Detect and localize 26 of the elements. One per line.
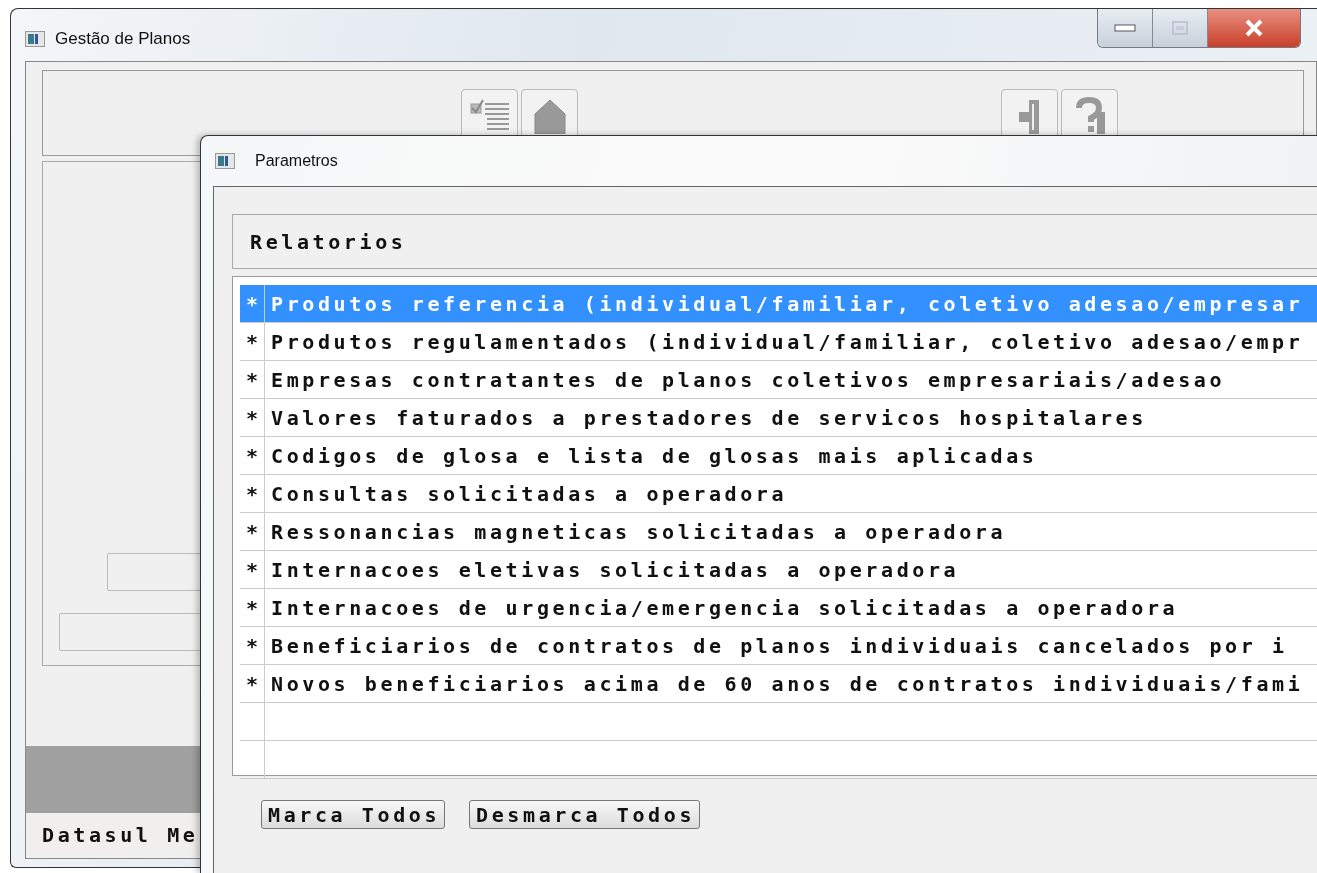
mark-cell: * — [240, 361, 265, 398]
mark-cell: * — [240, 475, 265, 512]
window-title: Gestão de Planos — [55, 29, 191, 49]
report-name: Valores faturados a prestadores de servicos hospitalares — [270, 405, 1147, 430]
report-name: Codigos de glosa e lista de glosas mais aplicadas — [270, 443, 1038, 468]
report-name: Consultas solicitadas a operadora — [270, 481, 788, 506]
report-name: Produtos regulamentados (individual/familiar, coletivo adesao/empr — [270, 329, 1304, 354]
report-name: Beneficiarios de contratos de planos individuais cancelados por i — [270, 633, 1288, 658]
report-name: Novos beneficiarios acima de 60 anos de contratos individuais/fami — [270, 671, 1304, 696]
report-name: Internacoes eletivas solicitadas a operadora — [270, 557, 960, 582]
mark-cell: * — [240, 665, 265, 702]
header-text: Relatorios — [250, 229, 407, 254]
mark-cell: * — [240, 513, 265, 550]
report-name: Empresas contratantes de planos coletivos empresariais/adesao — [270, 367, 1226, 392]
mark-cell: * — [240, 589, 265, 626]
status-text: Datasul Me — [42, 822, 199, 847]
mark-cell: * — [240, 323, 265, 360]
dialog-title: Parametros — [255, 152, 338, 170]
mark-cell: * — [240, 285, 265, 322]
report-name: Produtos referencia (individual/familiar, coletivo adesao/empresar — [270, 291, 1304, 316]
report-name: Ressonancias magneticas solicitadas a operadora — [270, 519, 1007, 544]
report-name: Internacoes de urgencia/emergencia solicitadas a operadora — [270, 595, 1179, 620]
mark-cell: * — [240, 551, 265, 588]
mark-cell: * — [240, 437, 265, 474]
mark-cell: * — [240, 399, 265, 436]
mark-cell: * — [240, 627, 265, 664]
